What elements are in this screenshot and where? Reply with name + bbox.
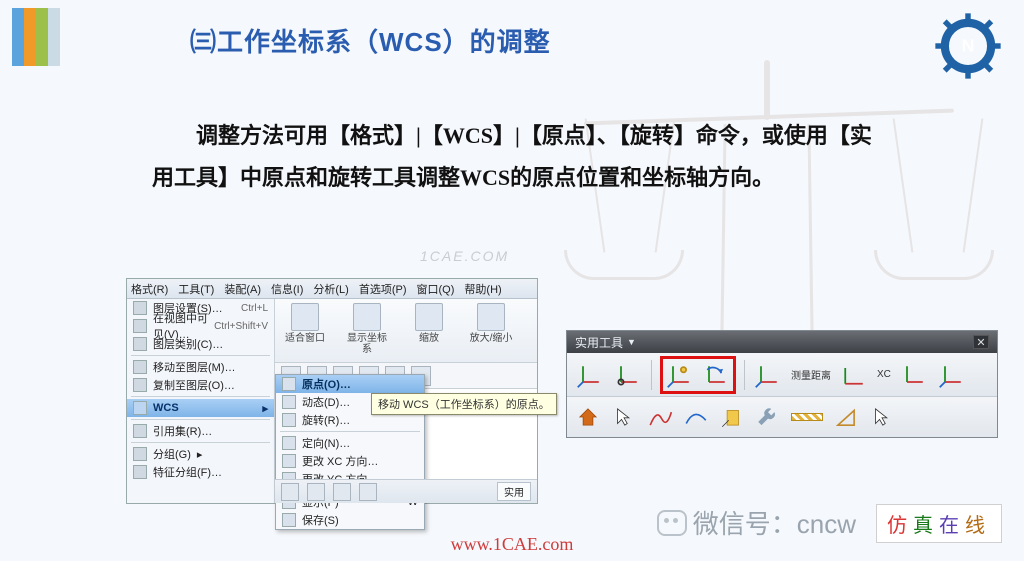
- move-icon: [133, 360, 147, 374]
- utility-toolbar-screenshot: 实用工具▼ ✕ 测量距离 XC: [566, 330, 998, 438]
- body-text-content: 调整方法可用【格式】|【WCS】|【原点】、【旋转】命令，或使用【实用工具】中原…: [152, 123, 872, 190]
- xc-label: XC: [877, 369, 891, 380]
- mini-icon-2[interactable]: [307, 483, 325, 501]
- footer-url: www.1CAE.com: [0, 534, 1024, 555]
- layer-icon: [133, 301, 147, 315]
- ribbon-toolbar: 适合窗口 显示坐标系 缩放 放大/缩小: [275, 299, 537, 363]
- menu-item-wcs[interactable]: WCS▸: [127, 399, 274, 417]
- axis-icon-2[interactable]: [613, 360, 643, 390]
- menu-format[interactable]: 格式(R): [131, 281, 168, 297]
- hatch-icon[interactable]: [791, 413, 823, 421]
- cursor2-icon[interactable]: [869, 404, 895, 430]
- wcs-rotate-tool-icon[interactable]: [701, 360, 731, 390]
- show-csys-button[interactable]: 显示坐标系: [343, 303, 391, 355]
- origin-icon: [282, 377, 296, 391]
- csys-icon: [353, 303, 381, 331]
- wechat-icon: [657, 510, 687, 536]
- orient-icon: [282, 436, 296, 450]
- utility-toolbar-title: 实用工具▼ ✕: [567, 331, 997, 353]
- mini-icon-1[interactable]: [281, 483, 299, 501]
- menu-window[interactable]: 窗口(Q): [417, 281, 455, 297]
- axis-icon-5[interactable]: [753, 360, 783, 390]
- menu-analyze[interactable]: 分析(L): [313, 281, 348, 297]
- axis-icon-1[interactable]: [575, 360, 605, 390]
- mini-icon-3[interactable]: [333, 483, 351, 501]
- axis-icon-8[interactable]: [937, 360, 967, 390]
- slide-title: ㈢工作坐标系（WCS）的调整: [190, 22, 551, 59]
- zoom-inout-button[interactable]: 放大/缩小: [467, 303, 515, 344]
- utility-bar-top: 测量距离 XC: [567, 353, 997, 397]
- copy-icon: [133, 378, 147, 392]
- menu-item-layer-category[interactable]: 图层类别(C)…: [127, 335, 274, 353]
- fit-window-button[interactable]: 适合窗口: [281, 303, 329, 344]
- xc-icon: [282, 454, 296, 468]
- menu-item-group[interactable]: 分组(G)▸: [127, 445, 274, 463]
- chevron-right-icon: ▸: [262, 402, 268, 415]
- measure-label: 测量距离: [791, 367, 831, 382]
- rotate-icon: [282, 413, 296, 427]
- zoom-button[interactable]: 缩放: [405, 303, 453, 344]
- close-icon[interactable]: ✕: [973, 335, 989, 349]
- menu-info[interactable]: 信息(I): [271, 281, 303, 297]
- tooltip-origin: 移动 WCS（工作坐标系）的原点。: [371, 393, 557, 415]
- magnify-icon: [477, 303, 505, 331]
- menu-item-copy-to-layer[interactable]: 复制至图层(O)…: [127, 376, 274, 394]
- bottom-mini-toolbar: 实用: [275, 479, 537, 503]
- curve-blue-icon[interactable]: [683, 404, 709, 430]
- fit-window-icon: [291, 303, 319, 331]
- app-menu-bar: 格式(R) 工具(T) 装配(A) 信息(I) 分析(L) 首选项(P) 窗口(…: [127, 279, 537, 299]
- wrench-icon[interactable]: [755, 404, 781, 430]
- slide-body-text: 调整方法可用【格式】|【WCS】|【原点】、【旋转】命令，或使用【实用工具】中原…: [152, 115, 882, 199]
- mini-icon-4[interactable]: [359, 483, 377, 501]
- home-icon[interactable]: [575, 404, 601, 430]
- group-icon: [133, 447, 147, 461]
- menu-help[interactable]: 帮助(H): [464, 281, 501, 297]
- save-icon: [282, 513, 296, 527]
- bottom-tab-label[interactable]: 实用: [497, 482, 531, 501]
- utility-bar-bottom: [567, 397, 997, 437]
- submenu-save[interactable]: 保存(S): [276, 511, 424, 529]
- submenu-origin[interactable]: 原点(O)…: [276, 375, 424, 393]
- chevron-down-icon[interactable]: ▼: [627, 337, 636, 347]
- wcs-origin-tool-icon[interactable]: [665, 360, 695, 390]
- ref-icon: [133, 424, 147, 438]
- corner-color-bars: [12, 8, 60, 66]
- highlighted-origin-rotate-tools: [660, 356, 736, 394]
- gear-logo-icon: N: [934, 12, 1002, 80]
- wcs-icon: [133, 401, 147, 415]
- format-menu-screenshot: 格式(R) 工具(T) 装配(A) 信息(I) 分析(L) 首选项(P) 窗口(…: [126, 278, 538, 504]
- cursor-icon[interactable]: [611, 404, 637, 430]
- menu-tools[interactable]: 工具(T): [178, 281, 214, 297]
- curve-red-icon[interactable]: [647, 404, 673, 430]
- eye-icon: [133, 319, 147, 333]
- menu-prefs[interactable]: 首选项(P): [359, 281, 407, 297]
- chevron-right-icon: ▸: [197, 448, 203, 461]
- submenu-orient[interactable]: 定向(N)…: [276, 434, 424, 452]
- format-dropdown: 图层设置(S)…Ctrl+L 在视图中可见(V)…Ctrl+Shift+V 图层…: [127, 299, 275, 503]
- submenu-xc[interactable]: 更改 XC 方向…: [276, 452, 424, 470]
- note-icon[interactable]: [719, 404, 745, 430]
- triangle-icon[interactable]: [833, 404, 859, 430]
- menu-item-refset[interactable]: 引用集(R)…: [127, 422, 274, 440]
- xc-tool-icon[interactable]: [839, 360, 869, 390]
- menu-item-feature-group[interactable]: 特征分组(F)…: [127, 463, 274, 481]
- folder-icon: [133, 337, 147, 351]
- menu-item-visible-in-view[interactable]: 在视图中可见(V)…Ctrl+Shift+V: [127, 317, 274, 335]
- axis-icon-7[interactable]: [899, 360, 929, 390]
- feature-group-icon: [133, 465, 147, 479]
- svg-text:N: N: [962, 35, 975, 55]
- menu-assembly[interactable]: 装配(A): [224, 281, 261, 297]
- watermark-center: 1CAE.COM: [420, 248, 509, 264]
- dynamic-icon: [282, 395, 296, 409]
- menu-item-move-to-layer[interactable]: 移动至图层(M)…: [127, 358, 274, 376]
- zoom-icon: [415, 303, 443, 331]
